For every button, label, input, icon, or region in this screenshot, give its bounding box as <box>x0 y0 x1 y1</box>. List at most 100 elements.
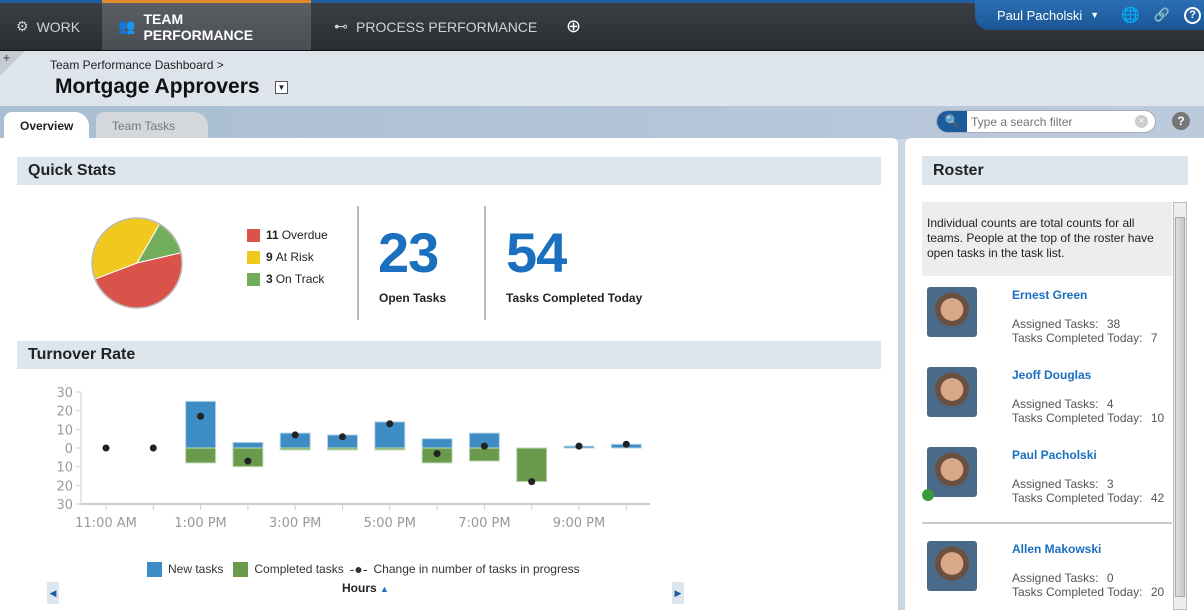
bar-completed-tasks <box>185 447 217 464</box>
change-point <box>102 444 110 452</box>
pie-legend: 11 Overdue 9 At Risk 3 On Track <box>247 224 328 290</box>
roster-person[interactable]: Allen Makowski Assigned Tasks: 0 Tasks C… <box>922 541 1172 607</box>
x-tick-label: 7:00 PM <box>458 516 510 531</box>
label: Tasks Completed Today: <box>1012 585 1143 599</box>
clear-search-icon[interactable]: × <box>1135 115 1148 128</box>
person-name[interactable]: Jeoff Douglas <box>1012 368 1091 382</box>
sort-up-icon: ▲ <box>380 584 389 594</box>
chart-legend: New tasks Completed tasks -●- Change in n… <box>147 561 580 577</box>
help-icon[interactable]: ? <box>1172 112 1190 130</box>
x-axis-label: Hours <box>342 581 377 595</box>
legend-completed-tasks: Completed tasks <box>254 562 344 576</box>
avatar <box>927 367 977 417</box>
count: 3 <box>266 272 273 286</box>
roster-person[interactable]: Jeoff Douglas Assigned Tasks: 4 Tasks Co… <box>922 367 1172 433</box>
completed-today: Tasks Completed Today: 20 <box>1012 585 1164 599</box>
completed-today: Tasks Completed Today: 10 <box>1012 411 1164 425</box>
nav-tab-team-performance[interactable]: 👥 TEAM PERFORMANCE <box>102 0 311 50</box>
search-input[interactable] <box>971 113 1131 130</box>
gear-icon: ⚙ <box>16 18 29 34</box>
roster-person[interactable]: Paul Pacholski Assigned Tasks: 3 Tasks C… <box>922 447 1172 513</box>
scroll-left-button[interactable]: ◀ <box>47 582 59 604</box>
label: Assigned Tasks: <box>1012 477 1099 491</box>
add-page-corner[interactable]: + <box>0 51 24 77</box>
y-tick-label: 10 <box>56 423 73 438</box>
person-name[interactable]: Paul Pacholski <box>1012 448 1097 462</box>
legend-new-tasks: New tasks <box>168 562 224 576</box>
open-tasks-label: Open Tasks <box>379 291 447 305</box>
roster-header: Roster <box>922 156 1188 185</box>
x-tick-label: 1:00 PM <box>174 516 226 531</box>
nav-tab-label: PROCESS PERFORMANCE <box>356 18 538 35</box>
user-menu[interactable]: Paul Pacholski ▼ 🌐 🔗? <box>975 0 1204 30</box>
chevron-down-icon: ▼ <box>1090 10 1100 20</box>
nav-tab-process-performance[interactable]: ⊷ PROCESS PERFORMANCE <box>318 3 553 50</box>
divider <box>357 206 359 320</box>
label: At Risk <box>275 250 314 264</box>
change-point <box>433 450 441 458</box>
quick-stats-header: Quick Stats <box>17 157 881 185</box>
change-point <box>244 457 252 465</box>
y-tick-label: 30 <box>56 498 73 513</box>
label: Assigned Tasks: <box>1012 397 1099 411</box>
assigned-tasks: Assigned Tasks: 0 <box>1012 571 1114 585</box>
open-tasks-count: 23 <box>378 221 439 284</box>
label: On Track <box>275 272 325 286</box>
nav-tab-label: TEAM PERFORMANCE <box>143 10 254 43</box>
globe-icon[interactable]: 🌐 <box>1121 6 1140 24</box>
roster-person[interactable]: Ernest Green Assigned Tasks: 38 Tasks Co… <box>922 287 1172 353</box>
turnover-chart: 302010010203011:00 AM 1:00 PM 3:00 PM 5:00 … <box>56 386 650 531</box>
person-name[interactable]: Allen Makowski <box>1012 542 1101 556</box>
tab-bar: Overview Team Tasks 🔍 × ? <box>0 106 1204 139</box>
nav-tab-work[interactable]: ⚙ WORK <box>0 3 96 50</box>
status-pie-chart <box>91 217 183 309</box>
scroll-right-button[interactable]: ▶ <box>672 582 684 604</box>
help-icon[interactable]: ? <box>1184 6 1202 24</box>
nav-tab-label: WORK <box>36 18 81 35</box>
title-dropdown-button[interactable]: ▼ <box>275 81 288 94</box>
value: 3 <box>1106 477 1114 491</box>
search-box: 🔍 × <box>936 110 1156 133</box>
change-point <box>149 444 157 452</box>
completed-today-count: 54 <box>506 221 567 284</box>
change-point <box>528 478 536 486</box>
avatar <box>927 287 977 337</box>
team-icon: 👥 <box>118 18 136 34</box>
label: Overdue <box>281 228 328 242</box>
roster-scrollbar[interactable] <box>1173 202 1187 610</box>
change-point <box>339 433 346 441</box>
person-name[interactable]: Ernest Green <box>1012 288 1087 302</box>
label: Tasks Completed Today: <box>1012 331 1143 345</box>
swatch <box>247 250 260 264</box>
scrollbar-thumb[interactable] <box>1175 217 1185 597</box>
breadcrumb[interactable]: Team Performance Dashboard > <box>50 58 224 72</box>
x-tick-label: 11:00 AM <box>75 516 137 531</box>
assigned-tasks: Assigned Tasks: 4 <box>1012 397 1114 411</box>
change-point <box>622 440 630 448</box>
label: Assigned Tasks: <box>1012 571 1099 585</box>
bar-completed-tasks <box>516 447 548 483</box>
link-icon[interactable]: 🔗 <box>1154 7 1170 23</box>
tab-team-tasks[interactable]: Team Tasks <box>96 112 208 139</box>
change-point <box>386 420 394 428</box>
bar-new-tasks <box>232 441 264 449</box>
user-name: Paul Pacholski <box>997 7 1083 23</box>
change-point <box>480 442 488 450</box>
change-point <box>575 442 583 450</box>
bar-new-tasks <box>421 438 453 449</box>
search-icon[interactable]: 🔍 <box>937 111 967 132</box>
bar-completed-tasks <box>279 447 311 451</box>
roster-info: Individual counts are total counts for a… <box>922 202 1172 276</box>
label: Tasks Completed Today: <box>1012 491 1143 505</box>
add-tab-button[interactable]: ⊕ <box>550 3 597 50</box>
change-point <box>291 431 299 439</box>
value: 0 <box>1106 571 1114 585</box>
completed-today: Tasks Completed Today: 42 <box>1012 491 1164 505</box>
y-tick-label: 20 <box>56 479 73 494</box>
x-axis-title[interactable]: Hours ▲ <box>342 581 389 595</box>
online-status-icon <box>922 489 934 501</box>
bar-completed-tasks <box>468 447 500 462</box>
tab-overview[interactable]: Overview <box>4 112 90 139</box>
count: 11 <box>266 228 279 242</box>
value: 4 <box>1106 397 1114 411</box>
